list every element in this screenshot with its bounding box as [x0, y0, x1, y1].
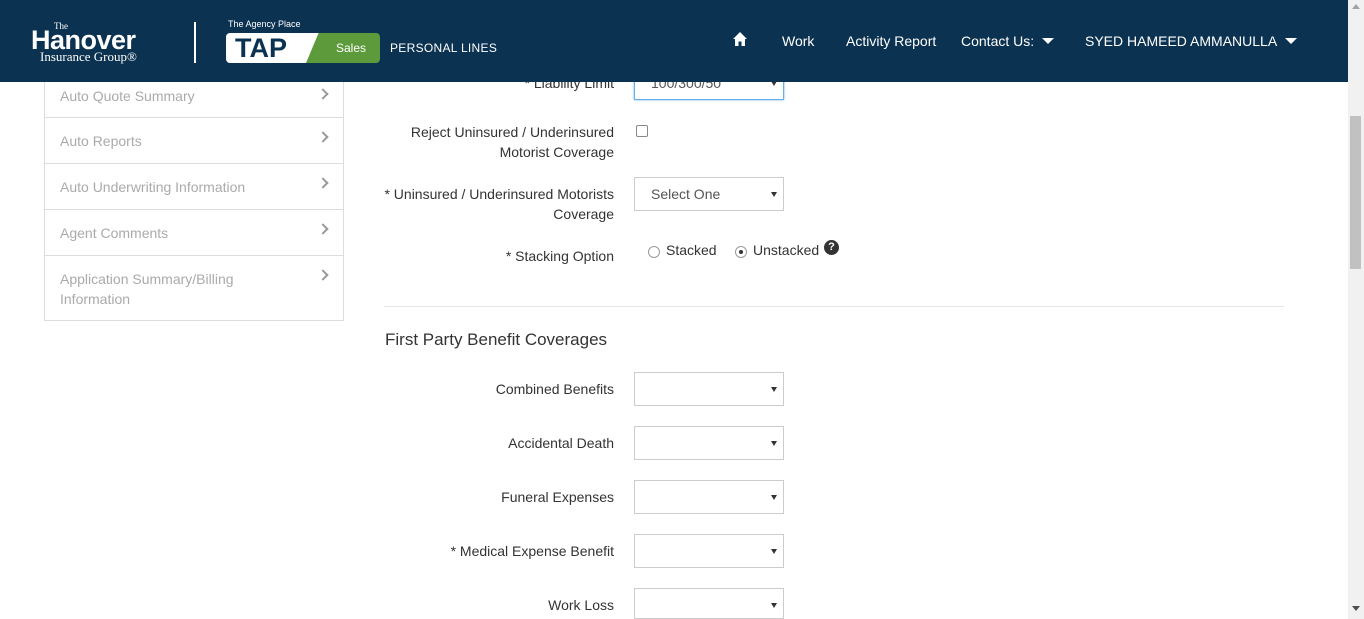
dropdown-arrow-icon: [771, 387, 777, 392]
sidebar-item-agent-comments[interactable]: Agent Comments: [45, 209, 343, 255]
tap-mark-text: TAP: [235, 33, 287, 63]
nav-user-name: SYED HAMEED AMMANULLA: [1085, 33, 1278, 49]
sidebar-item-label: Auto Underwriting Information: [60, 179, 246, 195]
accidental-death-label: Accidental Death: [508, 435, 614, 451]
dropdown-arrow-icon: [771, 603, 777, 608]
um-coverage-select[interactable]: Select One: [634, 177, 784, 211]
funeral-expenses-select[interactable]: [634, 480, 784, 514]
dropdown-arrow-icon: [771, 549, 777, 554]
dropdown-arrow-icon: [771, 495, 777, 500]
combined-benefits-select[interactable]: [634, 372, 784, 406]
um-coverage-label: * Uninsured / Underinsured Motorists Cov…: [384, 186, 614, 222]
nav-contact-us[interactable]: Contact Us:: [961, 33, 1055, 49]
dropdown-arrow-icon: [771, 441, 777, 446]
stacked-radio-label[interactable]: Stacked: [666, 242, 717, 258]
tap-sales-badge: Sales: [306, 33, 380, 63]
sidebar-item-auto-reports[interactable]: Auto Reports: [45, 117, 343, 163]
nav-activity-report[interactable]: Activity Report: [846, 33, 936, 49]
logo-sub: Insurance Group®: [40, 49, 137, 64]
sidebar-item-label: Agent Comments: [60, 225, 169, 241]
accidental-death-select[interactable]: [634, 426, 784, 460]
page-scrollbar[interactable]: [1348, 0, 1364, 619]
um-coverage-value: Select One: [651, 186, 721, 202]
chevron-right-icon: [317, 88, 329, 100]
tap-mark: TAP: [226, 33, 322, 63]
sidebar-item-application-summary[interactable]: Application Summary/Billing Information: [45, 255, 343, 320]
sidebar-item-label: Auto Quote Summary: [60, 88, 195, 104]
sidebar-item-label: Auto Reports: [60, 133, 142, 149]
tap-caption: The Agency Place: [228, 19, 301, 29]
sidebar-nav: Auto Quote Summary Auto Reports Auto Und…: [44, 75, 344, 321]
work-loss-select[interactable]: [634, 588, 784, 619]
home-icon[interactable]: [732, 31, 748, 47]
scroll-thumb[interactable]: [1350, 116, 1361, 269]
sidebar-item-auto-underwriting[interactable]: Auto Underwriting Information: [45, 163, 343, 209]
unstacked-radio-label[interactable]: Unstacked: [753, 242, 819, 258]
nav-user-menu[interactable]: SYED HAMEED AMMANULLA: [1085, 33, 1298, 49]
reject-um-checkbox[interactable]: [636, 125, 648, 137]
funeral-expenses-label: Funeral Expenses: [501, 489, 614, 505]
top-navbar: The Hanover Insurance Group® The Agency …: [0, 0, 1348, 82]
scroll-down-arrow-icon[interactable]: [1352, 606, 1360, 611]
medical-expense-select[interactable]: [634, 534, 784, 568]
stacking-option-label: * Stacking Option: [505, 248, 614, 264]
product-name: PERSONAL LINES: [390, 41, 498, 55]
unstacked-radio[interactable]: [735, 246, 747, 258]
chevron-down-icon: [1042, 38, 1055, 44]
work-loss-label: Work Loss: [548, 597, 614, 613]
scroll-up-arrow-icon[interactable]: [1352, 4, 1360, 9]
tap-logo[interactable]: TAP Sales: [226, 33, 380, 63]
nav-contact-us-label: Contact Us:: [961, 33, 1035, 49]
chevron-down-icon: [1285, 38, 1298, 44]
medical-expense-label: * Medical Expense Benefit: [450, 543, 614, 559]
sidebar-item-label: Application Summary/Billing Information: [60, 271, 234, 307]
chevron-right-icon: [317, 223, 329, 235]
combined-benefits-label: Combined Benefits: [495, 381, 614, 397]
tap-sales-text: Sales: [336, 41, 367, 55]
logo-divider: [194, 22, 196, 63]
nav-work[interactable]: Work: [782, 33, 814, 49]
dropdown-arrow-icon: [771, 192, 777, 197]
first-party-section-title: First Party Benefit Coverages: [385, 330, 608, 349]
chevron-right-icon: [317, 131, 329, 143]
chevron-right-icon: [317, 177, 329, 189]
section-divider: [384, 306, 1284, 307]
chevron-right-icon: [317, 269, 329, 281]
reject-um-label: Reject Uninsured / Underinsured Motorist…: [410, 124, 614, 160]
stacked-radio[interactable]: [648, 246, 660, 258]
question-circle-icon[interactable]: ?: [824, 240, 839, 255]
